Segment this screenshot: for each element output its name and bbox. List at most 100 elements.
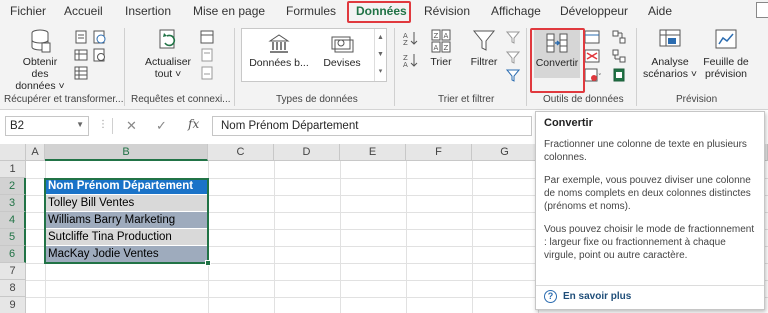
stocks-data-type-button[interactable]: Données b... (244, 33, 314, 69)
data-types-gallery: Données b... Devises ▲ ▼ ▾ (241, 28, 387, 82)
tab-developpeur[interactable]: Développeur (560, 4, 628, 18)
from-text-icon[interactable] (74, 30, 88, 47)
group-label-forecast: Prévision (676, 94, 718, 105)
column-header-d[interactable]: D (274, 144, 340, 161)
existing-connections-icon[interactable] (74, 66, 88, 83)
row-header-4[interactable]: 4 (0, 212, 26, 229)
tab-accueil[interactable]: Accueil (64, 4, 103, 18)
gridline (406, 161, 407, 313)
tab-mise-en-page[interactable]: Mise en page (193, 4, 265, 18)
queries-connections-icon[interactable] (200, 30, 214, 47)
gridline (340, 161, 341, 313)
formula-input[interactable]: Nom Prénom Département (212, 116, 532, 136)
bank-icon (268, 34, 290, 53)
scroll-down-icon[interactable]: ▼ (375, 46, 386, 63)
name-box[interactable]: B2 ▼ (5, 116, 89, 136)
svg-text:Z: Z (403, 39, 408, 46)
tab-affichage[interactable]: Affichage (491, 4, 541, 18)
chevron-down-icon[interactable]: ▼ (76, 120, 84, 129)
row-header-3[interactable]: 3 (0, 195, 26, 212)
svg-text:A: A (403, 61, 408, 68)
insert-function-icon[interactable]: fx (188, 117, 199, 131)
forecast-sheet-icon (715, 29, 737, 49)
refresh-all-button[interactable]: Actualiser tout ˅ (140, 28, 196, 80)
tooltip-paragraph-2: Par exemple, vous pouvez diviser une col… (544, 175, 751, 212)
tooltip-divider (536, 285, 764, 286)
ribbon: Obtenir des données ˅ Récupérer et trans… (0, 24, 768, 110)
recent-sources-icon[interactable] (92, 48, 106, 65)
ribbon-separator (636, 28, 637, 106)
convert-highlight (530, 28, 585, 93)
ribbon-separator (526, 28, 527, 106)
share-icon[interactable] (756, 2, 768, 18)
tab-fichier[interactable]: Fichier (10, 4, 46, 18)
column-header-e[interactable]: E (340, 144, 406, 161)
what-if-icon (659, 29, 681, 47)
sort-za-icon[interactable]: ZA (402, 52, 420, 71)
funnel-icon (472, 30, 496, 51)
fill-handle[interactable] (205, 260, 211, 266)
tab-revision[interactable]: Révision (424, 4, 470, 18)
flash-fill-icon[interactable] (584, 30, 600, 47)
sort-button[interactable]: ZAAZ Trier (424, 28, 458, 68)
currency-data-type-button[interactable]: Devises (314, 33, 370, 69)
learn-more-link[interactable]: ? En savoir plus (544, 290, 631, 303)
group-label-get-transform: Récupérer et transformer... (4, 94, 124, 105)
ribbon-separator (234, 28, 235, 106)
get-data-button[interactable]: Obtenir des données ˅ (14, 28, 66, 92)
database-icon (31, 29, 51, 53)
row-header-5[interactable]: 5 (0, 229, 26, 246)
group-label-sort-filter: Trier et filtrer (438, 94, 495, 105)
tab-formules[interactable]: Formules (286, 4, 336, 18)
column-header-f[interactable]: F (406, 144, 472, 161)
tooltip-title: Convertir (544, 117, 593, 129)
cancel-icon[interactable]: ✕ (126, 118, 137, 134)
scroll-up-icon[interactable]: ▲ (375, 29, 386, 46)
row-header-8[interactable]: 8 (0, 280, 26, 297)
clear-filter-icon[interactable] (505, 30, 521, 47)
data-model-icon[interactable] (612, 68, 626, 85)
from-table-icon[interactable] (74, 48, 88, 65)
relationships-icon[interactable] (612, 49, 626, 66)
sort-az-icon[interactable]: AZ (402, 30, 420, 49)
gridline (274, 161, 275, 313)
what-if-analysis-button[interactable]: Analyse scénarios ˅ (642, 28, 698, 80)
enter-icon[interactable]: ✓ (156, 118, 167, 134)
donnees-tab-highlight (347, 1, 411, 23)
more-icon[interactable]: ▾ (375, 63, 386, 80)
select-all-corner[interactable] (0, 144, 26, 161)
svg-text:Z: Z (434, 32, 439, 40)
row-header-6[interactable]: 6 (0, 246, 26, 263)
name-box-value: B2 (10, 120, 25, 132)
advanced-filter-icon[interactable] (505, 68, 521, 85)
row-header-2[interactable]: 2 (0, 178, 26, 195)
edit-links-icon[interactable] (200, 66, 214, 83)
column-header-a[interactable]: A (26, 144, 45, 161)
group-label-data-tools: Outils de données (543, 94, 624, 105)
from-web-icon[interactable] (92, 30, 106, 47)
filter-button[interactable]: Filtrer (466, 28, 502, 68)
tab-insertion[interactable]: Insertion (125, 4, 171, 18)
consolidate-icon[interactable] (612, 30, 626, 47)
ribbon-separator (124, 28, 125, 106)
tooltip-paragraph-3: Vous pouvez choisir le mode de fractionn… (544, 224, 755, 261)
refresh-icon (159, 29, 176, 49)
row-header-9[interactable]: 9 (0, 297, 26, 313)
svg-text:A: A (434, 44, 439, 52)
more-dots-icon[interactable]: ⋮ (98, 119, 108, 130)
formula-separator (112, 118, 113, 134)
data-validation-icon[interactable]: ˅ (584, 68, 604, 85)
column-header-c[interactable]: C (208, 144, 274, 161)
remove-duplicates-icon[interactable] (584, 49, 600, 66)
forecast-sheet-button[interactable]: Feuille de prévision (700, 28, 752, 80)
svg-text:A: A (444, 32, 449, 40)
column-header-g[interactable]: G (472, 144, 538, 161)
tab-aide[interactable]: Aide (648, 4, 672, 18)
sort-dialog-icon: Z AA Z (431, 29, 451, 53)
column-header-b[interactable]: B (45, 144, 208, 161)
row-header-7[interactable]: 7 (0, 263, 26, 280)
gallery-scrollbar[interactable]: ▲ ▼ ▾ (374, 29, 386, 81)
row-header-1[interactable]: 1 (0, 161, 26, 178)
reapply-filter-icon[interactable] (505, 50, 521, 67)
properties-icon[interactable] (200, 48, 214, 65)
